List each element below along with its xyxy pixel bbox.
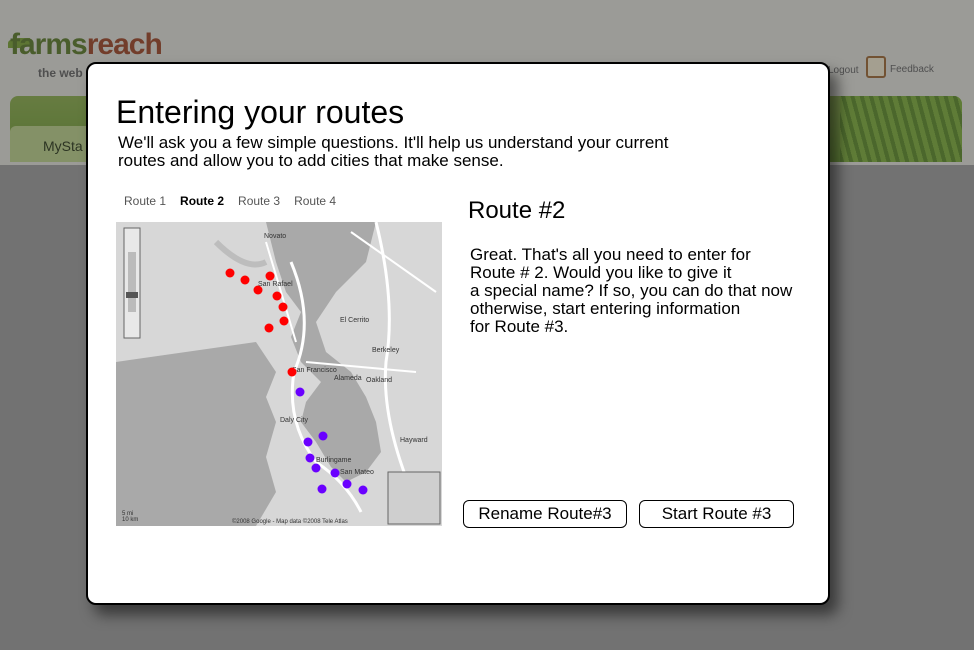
tab-route-2[interactable]: Route 2 [180, 194, 224, 208]
map-label-hayward: Hayward [400, 437, 428, 444]
rename-route-button[interactable]: Rename Route#3 [463, 500, 627, 528]
route-marker-blue [303, 437, 313, 447]
map-scale-km: 10 km [122, 517, 139, 523]
map-label-san-rafael: San Rafael [258, 281, 293, 288]
route-marker-blue [318, 431, 328, 441]
route-message-line: for Route #3. [470, 317, 569, 336]
route-marker-blue [342, 479, 352, 489]
route-marker-blue [295, 387, 305, 397]
map-label-daly-city: Daly City [280, 417, 309, 424]
route-marker-red [278, 302, 288, 312]
route-heading: Route #2 [468, 197, 566, 224]
route-marker-red [240, 275, 250, 285]
route-marker-red [225, 268, 235, 278]
route-marker-red [279, 316, 289, 326]
tab-route-4[interactable]: Route 4 [294, 194, 336, 208]
modal-title: Entering your routes [116, 94, 405, 130]
route-message-line: Great. That's all you need to enter for [470, 245, 751, 264]
route-marker-red [265, 271, 275, 281]
map-copyright: ©2008 Google - Map data ©2008 Tele Atlas [232, 519, 348, 525]
map-label-el-cerrito: El Cerrito [340, 317, 369, 324]
route-marker-blue [317, 484, 327, 494]
map-label-oakland: Oakland [366, 377, 392, 384]
start-route-button[interactable]: Start Route #3 [639, 500, 794, 528]
route-marker-blue [305, 453, 315, 463]
map-label-novato: Novato [264, 233, 286, 240]
tab-route-3[interactable]: Route 3 [238, 194, 280, 208]
route-marker-blue [311, 463, 321, 473]
map-canvas: Novato San Rafael San Francisco Oakland … [116, 222, 442, 526]
route-marker-blue [358, 485, 368, 495]
modal-subtitle: We'll ask you a few simple questions. It… [118, 133, 669, 170]
route-message: Great. That's all you need to enter for … [470, 246, 820, 336]
route-marker-red [287, 367, 297, 377]
map-label-berkeley: Berkeley [372, 347, 400, 354]
route-message-line: a special name? If so, you can do that n… [470, 281, 793, 300]
tab-route-1[interactable]: Route 1 [124, 194, 166, 208]
route-map[interactable]: Novato San Rafael San Francisco Oakland … [116, 222, 442, 526]
map-label-san-francisco: San Francisco [292, 367, 337, 374]
map-scale: 5 mi 10 km [122, 511, 138, 523]
map-label-san-mateo: San Mateo [340, 469, 374, 476]
route-marker-red [264, 323, 274, 333]
route-marker-blue [330, 468, 340, 478]
route-marker-red [253, 285, 263, 295]
map-label-burlingame: Burlingame [316, 457, 352, 464]
route-message-line: otherwise, start entering information [470, 299, 741, 318]
route-message-line: Route # 2. Would you like to give it [470, 263, 732, 282]
routes-modal: Entering your routes We'll ask you a few… [86, 62, 830, 605]
map-label-alameda: Alameda [334, 375, 362, 382]
route-tabs: Route 1 Route 2 Route 3 Route 4 [124, 194, 350, 208]
route-marker-red [272, 291, 282, 301]
